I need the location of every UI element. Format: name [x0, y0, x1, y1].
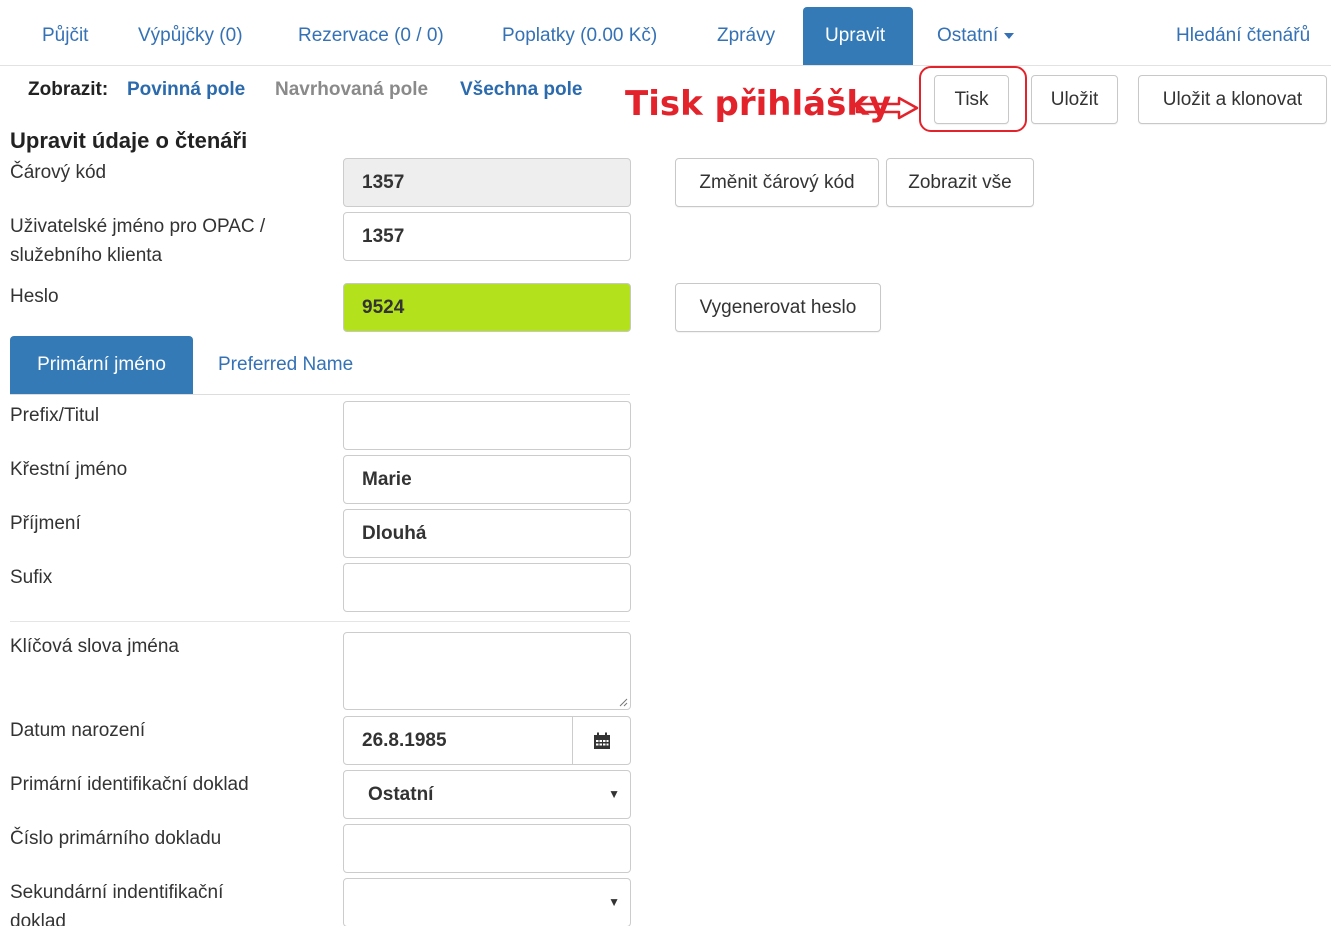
tab-primary-name[interactable]: Primární jméno: [10, 336, 193, 394]
nav-holds[interactable]: Rezervace (0 / 0): [276, 7, 466, 65]
prefix-label: Prefix/Titul: [10, 405, 100, 426]
annotation-text: Tisk přihlášky: [625, 84, 892, 124]
first-name-input[interactable]: Marie: [343, 455, 631, 504]
show-all-button[interactable]: Zobrazit vše: [886, 158, 1034, 207]
nav-other[interactable]: Ostatní: [915, 7, 1036, 65]
username-input[interactable]: 1357: [343, 212, 631, 261]
resize-handle-icon[interactable]: [618, 697, 628, 707]
nav-edit-label: Upravit: [825, 25, 886, 46]
show-all-link[interactable]: Všechna pole: [460, 79, 583, 101]
show-label: Zobrazit:: [28, 79, 109, 100]
select-caret-icon: ▼: [608, 787, 620, 801]
show-required-link[interactable]: Povinná pole: [127, 79, 245, 101]
nav-edit[interactable]: Upravit: [803, 7, 913, 65]
top-nav: Půjčit Výpůjčky (0) Rezervace (0 / 0) Po…: [0, 0, 1331, 66]
secondary-id-select[interactable]: ▼: [343, 878, 631, 926]
show-suggested-link[interactable]: Navrhovaná pole: [275, 79, 428, 101]
nav-bills[interactable]: Poplatky (0.00 Kč): [480, 7, 679, 65]
last-name-input[interactable]: Dlouhá: [343, 509, 631, 558]
section-divider: [10, 621, 630, 622]
annotation-arrow-icon: [855, 96, 919, 120]
name-keywords-label: Klíčová slova jména: [10, 636, 179, 657]
nav-messages[interactable]: Zprávy: [695, 7, 797, 65]
secondary-id-label: Sekundární indentifikační doklad: [10, 882, 224, 926]
nav-items-out[interactable]: Výpůjčky (0): [116, 7, 265, 65]
prefix-input[interactable]: [343, 401, 631, 450]
calendar-icon: [593, 732, 610, 749]
primary-id-number-label: Číslo primárního dokladu: [10, 828, 222, 849]
nav-other-label: Ostatní: [937, 25, 999, 46]
birth-date-label: Datum narození: [10, 720, 146, 741]
barcode-field: 1357: [343, 158, 631, 207]
select-caret-icon: ▼: [608, 895, 620, 909]
birth-date-input[interactable]: 26.8.1985: [343, 716, 573, 765]
nav-patron-search[interactable]: Hledání čtenářů: [1154, 7, 1331, 65]
save-button[interactable]: Uložit: [1031, 75, 1118, 124]
password-input[interactable]: 9524: [343, 283, 631, 332]
calendar-button[interactable]: [572, 716, 631, 765]
primary-id-label: Primární identifikační doklad: [10, 774, 249, 795]
first-name-label: Křestní jméno: [10, 459, 128, 480]
tab-preferred-name[interactable]: Preferred Name: [218, 336, 353, 394]
nav-checkout[interactable]: Půjčit: [20, 7, 110, 65]
generate-password-button[interactable]: Vygenerovat heslo: [675, 283, 881, 332]
print-button[interactable]: Tisk: [934, 75, 1009, 124]
name-keywords-textarea[interactable]: [343, 632, 631, 710]
page-title: Upravit údaje o čtenáři: [10, 128, 248, 153]
username-label: Uživatelské jméno pro OPAC / služebního …: [10, 216, 266, 266]
tab-divider: [10, 394, 630, 395]
save-clone-button[interactable]: Uložit a klonovat: [1138, 75, 1327, 124]
primary-id-select[interactable]: Ostatní ▼: [343, 770, 631, 819]
password-label: Heslo: [10, 286, 59, 307]
primary-id-number-input[interactable]: [343, 824, 631, 873]
nav-divider: [0, 65, 1331, 66]
suffix-input[interactable]: [343, 563, 631, 612]
suffix-label: Sufix: [10, 567, 53, 588]
caret-down-icon: [1004, 32, 1015, 39]
change-barcode-button[interactable]: Změnit čárový kód: [675, 158, 879, 207]
primary-id-value: Ostatní: [368, 784, 434, 805]
barcode-label: Čárový kód: [10, 162, 107, 183]
last-name-label: Příjmení: [10, 513, 81, 534]
